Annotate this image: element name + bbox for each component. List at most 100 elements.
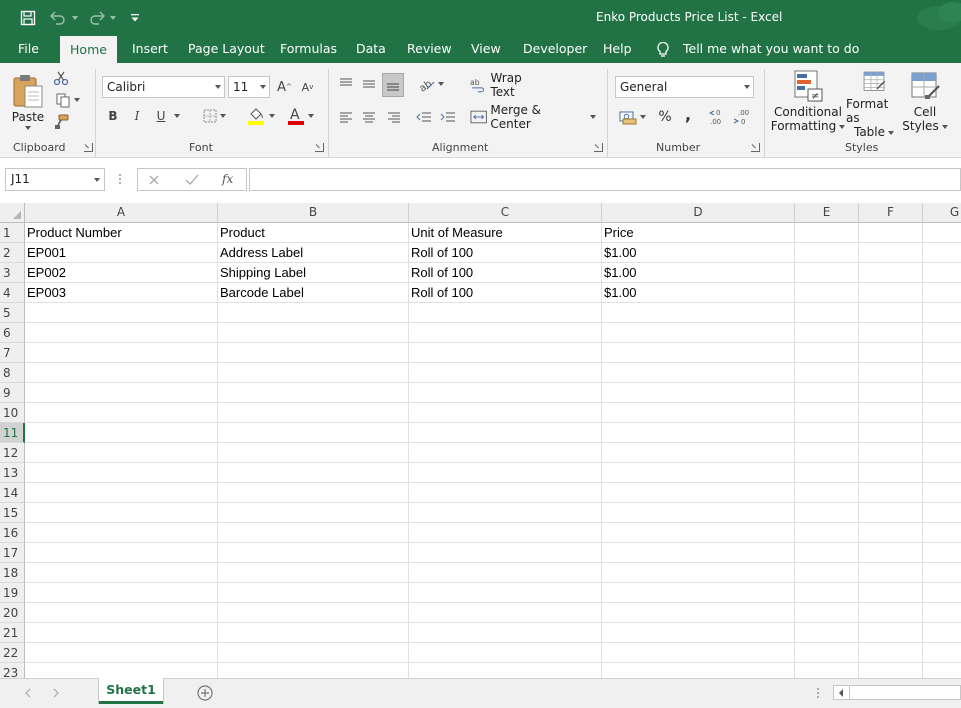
- hscroll-left-icon[interactable]: [837, 688, 845, 698]
- font-launcher-icon[interactable]: [315, 143, 324, 152]
- customize-toolbar-icon[interactable]: [124, 7, 146, 29]
- cell-b14[interactable]: [218, 483, 409, 503]
- cell-e20[interactable]: [795, 603, 859, 623]
- cell-b21[interactable]: [218, 623, 409, 643]
- increase-font-size-icon[interactable]: A ^: [276, 77, 293, 97]
- column-header-e[interactable]: E: [795, 203, 859, 223]
- cell-b10[interactable]: [218, 403, 409, 423]
- cell-g20[interactable]: [923, 603, 961, 623]
- cell-a17[interactable]: [25, 543, 218, 563]
- sheet-tab-sheet1[interactable]: Sheet1: [99, 678, 163, 704]
- tab-splitter-icon[interactable]: [816, 687, 820, 699]
- cell-d23[interactable]: [602, 663, 795, 678]
- conditional-formatting-button[interactable]: ≠ Conditional Formatting: [770, 69, 846, 139]
- cell-e19[interactable]: [795, 583, 859, 603]
- cell-d14[interactable]: [602, 483, 795, 503]
- cell-b19[interactable]: [218, 583, 409, 603]
- cell-f8[interactable]: [859, 363, 923, 383]
- decrease-decimal-icon[interactable]: .00 0: [733, 107, 753, 127]
- cell-b16[interactable]: [218, 523, 409, 543]
- cell-a22[interactable]: [25, 643, 218, 663]
- cell-c2[interactable]: Roll of 100: [409, 243, 602, 263]
- cell-a23[interactable]: [25, 663, 218, 678]
- format-painter-icon[interactable]: [51, 113, 71, 131]
- cell-c22[interactable]: [409, 643, 602, 663]
- formula-input[interactable]: [249, 168, 961, 191]
- cell-e1[interactable]: [795, 223, 859, 243]
- cell-e3[interactable]: [795, 263, 859, 283]
- merge-center-button[interactable]: Merge & Center: [470, 103, 596, 131]
- cell-b18[interactable]: [218, 563, 409, 583]
- cell-c1[interactable]: Unit of Measure: [409, 223, 602, 243]
- cell-d18[interactable]: [602, 563, 795, 583]
- cell-e18[interactable]: [795, 563, 859, 583]
- cell-a7[interactable]: [25, 343, 218, 363]
- row-header[interactable]: 11: [0, 423, 25, 443]
- row-header[interactable]: 4: [0, 283, 25, 303]
- row-header[interactable]: 16: [0, 523, 25, 543]
- number-launcher-icon[interactable]: [751, 143, 760, 152]
- cell-d3[interactable]: $1.00: [602, 263, 795, 283]
- cell-f1[interactable]: [859, 223, 923, 243]
- cell-g17[interactable]: [923, 543, 961, 563]
- accounting-format-icon[interactable]: [616, 106, 648, 128]
- cell-d15[interactable]: [602, 503, 795, 523]
- cell-e11[interactable]: [795, 423, 859, 443]
- row-header[interactable]: 10: [0, 403, 25, 423]
- paste-button[interactable]: Paste: [8, 69, 48, 133]
- tab-data[interactable]: Data: [356, 36, 386, 63]
- row-header[interactable]: 19: [0, 583, 25, 603]
- align-center-icon[interactable]: [359, 107, 379, 127]
- cell-b22[interactable]: [218, 643, 409, 663]
- cell-a10[interactable]: [25, 403, 218, 423]
- cell-a14[interactable]: [25, 483, 218, 503]
- cell-c15[interactable]: [409, 503, 602, 523]
- insert-function-icon[interactable]: fx: [222, 172, 233, 186]
- cell-g9[interactable]: [923, 383, 961, 403]
- cell-f20[interactable]: [859, 603, 923, 623]
- decrease-font-size-icon[interactable]: Av: [299, 77, 316, 97]
- redo-icon[interactable]: [86, 7, 108, 29]
- cell-c6[interactable]: [409, 323, 602, 343]
- cell-b2[interactable]: Address Label: [218, 243, 409, 263]
- cell-g6[interactable]: [923, 323, 961, 343]
- cell-a16[interactable]: [25, 523, 218, 543]
- row-header[interactable]: 8: [0, 363, 25, 383]
- alignment-launcher-icon[interactable]: [594, 143, 603, 152]
- cell-e12[interactable]: [795, 443, 859, 463]
- cell-e23[interactable]: [795, 663, 859, 678]
- underline-dropdown-icon[interactable]: [172, 106, 182, 126]
- cell-f15[interactable]: [859, 503, 923, 523]
- number-format-select[interactable]: General: [615, 76, 754, 98]
- row-header[interactable]: 2: [0, 243, 25, 263]
- row-header[interactable]: 5: [0, 303, 25, 323]
- cell-g21[interactable]: [923, 623, 961, 643]
- cell-f10[interactable]: [859, 403, 923, 423]
- cell-f4[interactable]: [859, 283, 923, 303]
- cell-e14[interactable]: [795, 483, 859, 503]
- row-header[interactable]: 1: [0, 223, 25, 243]
- column-header-c[interactable]: C: [409, 203, 602, 223]
- cell-f17[interactable]: [859, 543, 923, 563]
- cell-g3[interactable]: [923, 263, 961, 283]
- cell-d20[interactable]: [602, 603, 795, 623]
- cell-d8[interactable]: [602, 363, 795, 383]
- cell-g10[interactable]: [923, 403, 961, 423]
- percent-style-button[interactable]: %: [656, 106, 674, 128]
- cell-d16[interactable]: [602, 523, 795, 543]
- format-as-table-button[interactable]: Format as Table: [846, 69, 902, 139]
- redo-dropdown-icon[interactable]: [106, 7, 116, 29]
- cell-f23[interactable]: [859, 663, 923, 678]
- cell-f14[interactable]: [859, 483, 923, 503]
- undo-icon[interactable]: [47, 7, 69, 29]
- column-header-b[interactable]: B: [218, 203, 409, 223]
- cell-c9[interactable]: [409, 383, 602, 403]
- cell-b11[interactable]: [218, 423, 409, 443]
- undo-dropdown-icon[interactable]: [68, 7, 78, 29]
- cell-a18[interactable]: [25, 563, 218, 583]
- cell-g1[interactable]: [923, 223, 961, 243]
- cell-d21[interactable]: [602, 623, 795, 643]
- cell-e16[interactable]: [795, 523, 859, 543]
- copy-icon[interactable]: [51, 91, 83, 109]
- cell-f11[interactable]: [859, 423, 923, 443]
